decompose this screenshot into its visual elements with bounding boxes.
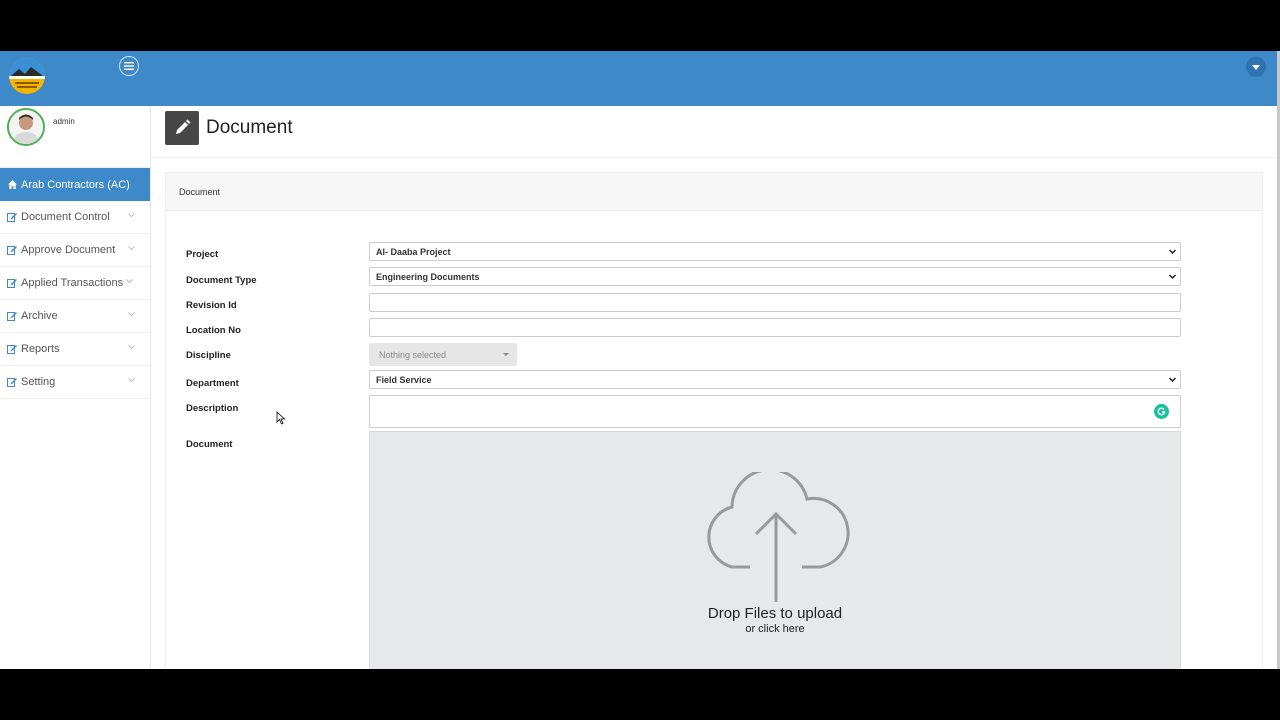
discipline-select-value: Nothing selected (379, 349, 447, 360)
revision-id-label: Revision Id (186, 300, 237, 311)
project-select-value: Al- Daaba Project (376, 246, 451, 257)
sidebar-item-setting[interactable]: Setting (0, 366, 150, 399)
divider (151, 157, 1277, 158)
edit-icon (7, 212, 17, 222)
sidebar-item-approve-document[interactable]: Approve Document (0, 234, 150, 267)
edit-icon (7, 245, 17, 255)
department-select[interactable]: Field Service (369, 370, 1181, 389)
document-type-label: Document Type (186, 275, 257, 286)
edit-icon (7, 377, 17, 387)
sidebar-item-label: Setting (21, 376, 56, 388)
department-label: Department (186, 378, 239, 389)
chevron-down-icon (128, 246, 135, 251)
description-label: Description (186, 403, 239, 414)
edit-icon (7, 344, 17, 354)
top-navbar (0, 51, 1277, 106)
description-textarea[interactable] (369, 395, 1181, 428)
user-menu-button[interactable] (1246, 57, 1266, 77)
chevron-down-icon (128, 213, 135, 218)
sidebar-item-document-control[interactable]: Document Control (0, 201, 150, 234)
sidebar-item-label: Document Control (21, 211, 110, 223)
grammarly-icon[interactable] (1154, 404, 1169, 419)
panel-heading: Document (166, 173, 1262, 211)
avatar[interactable] (7, 108, 45, 146)
discipline-multiselect[interactable]: Nothing selected (369, 343, 517, 366)
file-dropzone[interactable]: Drop Files to upload or click here (369, 431, 1181, 669)
project-label: Project (186, 249, 219, 260)
sidebar-item-arab-contractors[interactable]: Arab Contractors (AC) (0, 168, 150, 201)
caret-down-icon (503, 353, 509, 356)
sidebar-item-archive[interactable]: Archive (0, 300, 150, 333)
location-no-label: Location No (186, 325, 241, 336)
sidebar: admin Arab Contractors (AC) Document Con… (0, 106, 151, 669)
user-profile: admin (0, 106, 150, 168)
chevron-down-icon (128, 312, 135, 317)
document-label: Document (186, 439, 233, 450)
sidebar-item-label: Approve Document (21, 244, 116, 256)
chevron-down-icon (1168, 249, 1177, 255)
drop-title: Drop Files to upload (707, 605, 843, 622)
pencil-icon (165, 111, 199, 145)
document-form-panel: Document Project Al- Daaba Project Docum… (165, 172, 1263, 669)
mouse-cursor-icon (276, 411, 286, 425)
sidebar-item-label: Applied Transactions (21, 277, 124, 289)
page-title: Document (206, 117, 293, 138)
username: admin (53, 117, 75, 126)
drop-subtitle: or click here (745, 623, 805, 635)
home-icon (7, 180, 17, 190)
discipline-label: Discipline (186, 350, 231, 361)
chevron-down-icon (128, 345, 135, 350)
sidebar-item-reports[interactable]: Reports (0, 333, 150, 366)
sidebar-item-label: Arab Contractors (AC) (21, 178, 130, 191)
sidebar-item-label: Archive (21, 310, 58, 322)
logo-area (0, 51, 151, 106)
company-logo[interactable] (9, 57, 45, 95)
page-header: Document (165, 111, 293, 145)
chevron-down-icon (126, 279, 133, 284)
app-window: admin Arab Contractors (AC) Document Con… (0, 51, 1280, 669)
revision-id-input[interactable] (369, 293, 1181, 312)
chevron-down-icon (1168, 274, 1177, 280)
chevron-down-icon (128, 378, 135, 383)
main-content: Document Document Project Al- Daaba Proj… (151, 106, 1277, 669)
edit-icon (7, 278, 17, 288)
hamburger-icon (124, 62, 134, 70)
sidebar-item-label: Reports (21, 343, 60, 355)
project-select[interactable]: Al- Daaba Project (369, 242, 1181, 261)
department-select-value: Field Service (376, 374, 432, 385)
document-type-select[interactable]: Engineering Documents (369, 267, 1181, 286)
cloud-upload-icon (707, 472, 850, 602)
chevron-down-icon (1168, 377, 1177, 383)
location-no-input[interactable] (369, 318, 1181, 337)
sidebar-item-applied-transactions[interactable]: Applied Transactions (0, 267, 150, 300)
sidebar-toggle-button[interactable] (119, 56, 139, 76)
caret-down-icon (1252, 64, 1260, 70)
edit-icon (7, 311, 17, 321)
document-type-select-value: Engineering Documents (376, 271, 480, 282)
